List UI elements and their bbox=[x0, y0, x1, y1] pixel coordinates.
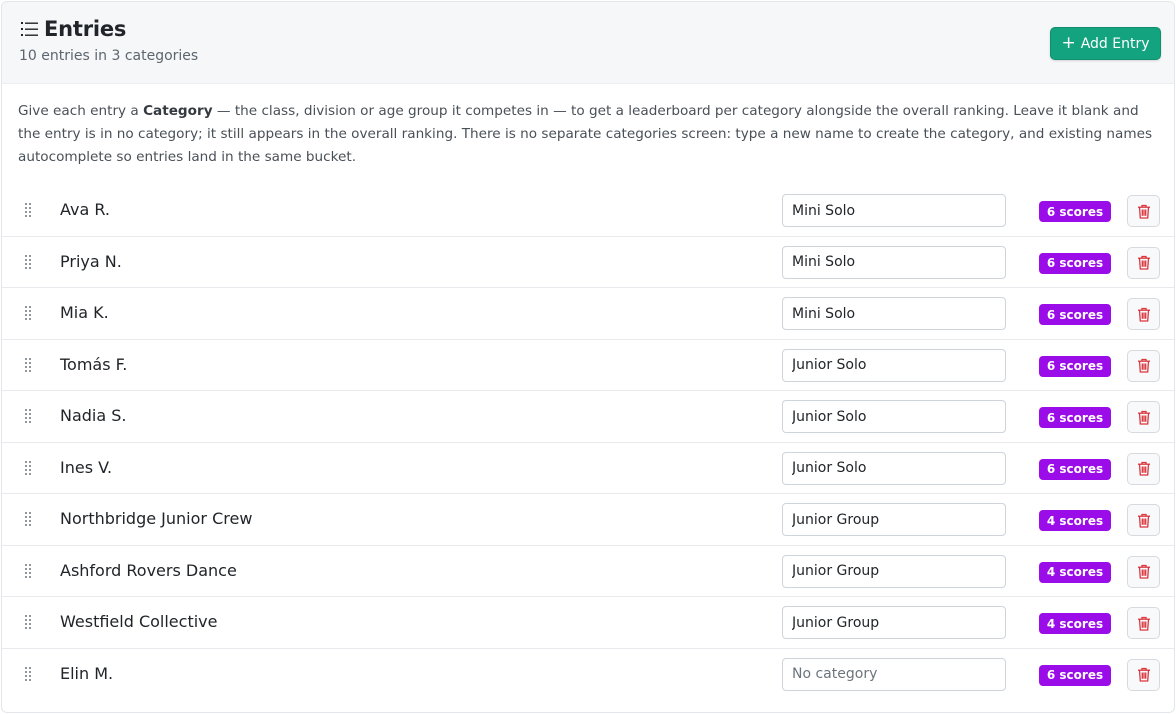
category-input[interactable] bbox=[782, 451, 1006, 485]
trash-icon bbox=[1137, 513, 1150, 528]
table-row: Tomás F. 6 scores bbox=[2, 340, 1174, 391]
delete-entry-button[interactable] bbox=[1127, 401, 1160, 433]
category-input[interactable] bbox=[782, 194, 1006, 227]
entries-count: 10 entries in 3 categories bbox=[19, 48, 199, 64]
delete-entry-button[interactable] bbox=[1127, 607, 1160, 639]
trash-icon bbox=[1137, 358, 1150, 373]
table-row: Ashford Rovers Dance 4 scores bbox=[2, 546, 1174, 597]
trash-icon bbox=[1137, 616, 1150, 631]
category-input[interactable] bbox=[782, 657, 1006, 691]
delete-entry-button[interactable] bbox=[1127, 246, 1160, 279]
delete-entry-button[interactable] bbox=[1127, 555, 1160, 588]
drag-handle-icon[interactable] bbox=[24, 511, 32, 527]
drag-handle-icon[interactable] bbox=[24, 357, 32, 373]
scores-badge: 6 scores bbox=[1039, 458, 1111, 480]
category-input[interactable] bbox=[782, 503, 1006, 536]
entries-card: Entries 10 entries in 3 categories + Add… bbox=[1, 1, 1175, 713]
entry-name: Ines V. bbox=[60, 457, 113, 477]
category-input[interactable] bbox=[782, 245, 1006, 279]
delete-entry-button[interactable] bbox=[1127, 504, 1160, 536]
delete-entry-button[interactable] bbox=[1127, 195, 1160, 227]
category-input[interactable] bbox=[782, 297, 1006, 330]
drag-handle-icon[interactable] bbox=[24, 563, 32, 579]
entry-name: Elin M. bbox=[60, 663, 114, 683]
drag-handle-icon[interactable] bbox=[24, 666, 32, 682]
trash-icon bbox=[1137, 564, 1150, 579]
scores-badge: 6 scores bbox=[1039, 355, 1111, 377]
drag-handle-icon[interactable] bbox=[24, 614, 32, 630]
add-entry-button[interactable]: + Add Entry bbox=[1050, 27, 1161, 60]
table-row: Ines V. 6 scores bbox=[2, 443, 1174, 494]
table-row: Priya N. 6 scores bbox=[2, 237, 1174, 288]
category-input[interactable] bbox=[782, 348, 1006, 382]
page-title: Entries bbox=[44, 17, 127, 41]
help-text-bold: Category bbox=[143, 103, 213, 119]
drag-handle-icon[interactable] bbox=[24, 254, 32, 270]
table-row: Westfield Collective 4 scores bbox=[2, 597, 1174, 649]
category-input[interactable] bbox=[782, 400, 1006, 433]
drag-handle-icon[interactable] bbox=[24, 460, 32, 476]
table-row: Ava R. 6 scores bbox=[2, 185, 1174, 237]
drag-handle-icon[interactable] bbox=[24, 202, 32, 218]
title-wrap: Entries bbox=[19, 17, 126, 41]
entry-name: Mia K. bbox=[60, 303, 109, 322]
list-icon bbox=[21, 22, 38, 36]
trash-icon bbox=[1137, 255, 1150, 270]
trash-icon bbox=[1137, 461, 1150, 476]
trash-icon bbox=[1137, 667, 1150, 682]
table-row: Northbridge Junior Crew 4 scores bbox=[2, 494, 1174, 546]
delete-entry-button[interactable] bbox=[1127, 298, 1160, 330]
entry-name: Priya N. bbox=[60, 251, 122, 271]
drag-handle-icon[interactable] bbox=[24, 305, 32, 321]
drag-handle-icon[interactable] bbox=[24, 408, 32, 424]
delete-entry-button[interactable] bbox=[1127, 452, 1160, 485]
entries-list: Ava R. 6 scores Pri bbox=[2, 185, 1174, 700]
table-row: Nadia S. 6 scores bbox=[2, 391, 1174, 443]
scores-badge: 6 scores bbox=[1039, 252, 1111, 274]
scores-badge: 6 scores bbox=[1039, 304, 1111, 325]
table-row: Mia K. 6 scores bbox=[2, 288, 1174, 340]
scores-badge: 6 scores bbox=[1039, 407, 1111, 428]
scores-badge: 6 scores bbox=[1039, 664, 1111, 686]
delete-entry-button[interactable] bbox=[1127, 349, 1160, 382]
category-input[interactable] bbox=[782, 554, 1006, 588]
scores-badge: 4 scores bbox=[1039, 613, 1111, 634]
help-text: Give each entry a Category — the class, … bbox=[18, 100, 1163, 169]
plus-icon: + bbox=[1061, 33, 1076, 53]
entry-name: Westfield Collective bbox=[60, 612, 218, 631]
trash-icon bbox=[1137, 307, 1150, 322]
trash-icon bbox=[1137, 410, 1150, 425]
add-entry-label: Add Entry bbox=[1080, 35, 1150, 52]
entry-name: Northbridge Junior Crew bbox=[60, 509, 253, 528]
scores-badge: 4 scores bbox=[1039, 561, 1111, 583]
delete-entry-button[interactable] bbox=[1127, 658, 1160, 691]
trash-icon bbox=[1137, 204, 1150, 219]
help-text-part1: Give each entry a bbox=[18, 103, 144, 119]
table-row: Elin M. 6 scores bbox=[2, 649, 1174, 701]
entry-name: Ava R. bbox=[60, 200, 110, 219]
category-input[interactable] bbox=[782, 606, 1006, 639]
entry-name: Ashford Rovers Dance bbox=[60, 560, 237, 580]
scores-badge: 6 scores bbox=[1039, 201, 1111, 222]
entry-name: Nadia S. bbox=[60, 406, 127, 425]
card-header: Entries 10 entries in 3 categories + Add… bbox=[2, 2, 1174, 84]
scores-badge: 4 scores bbox=[1039, 510, 1111, 531]
entry-name: Tomás F. bbox=[60, 354, 128, 374]
